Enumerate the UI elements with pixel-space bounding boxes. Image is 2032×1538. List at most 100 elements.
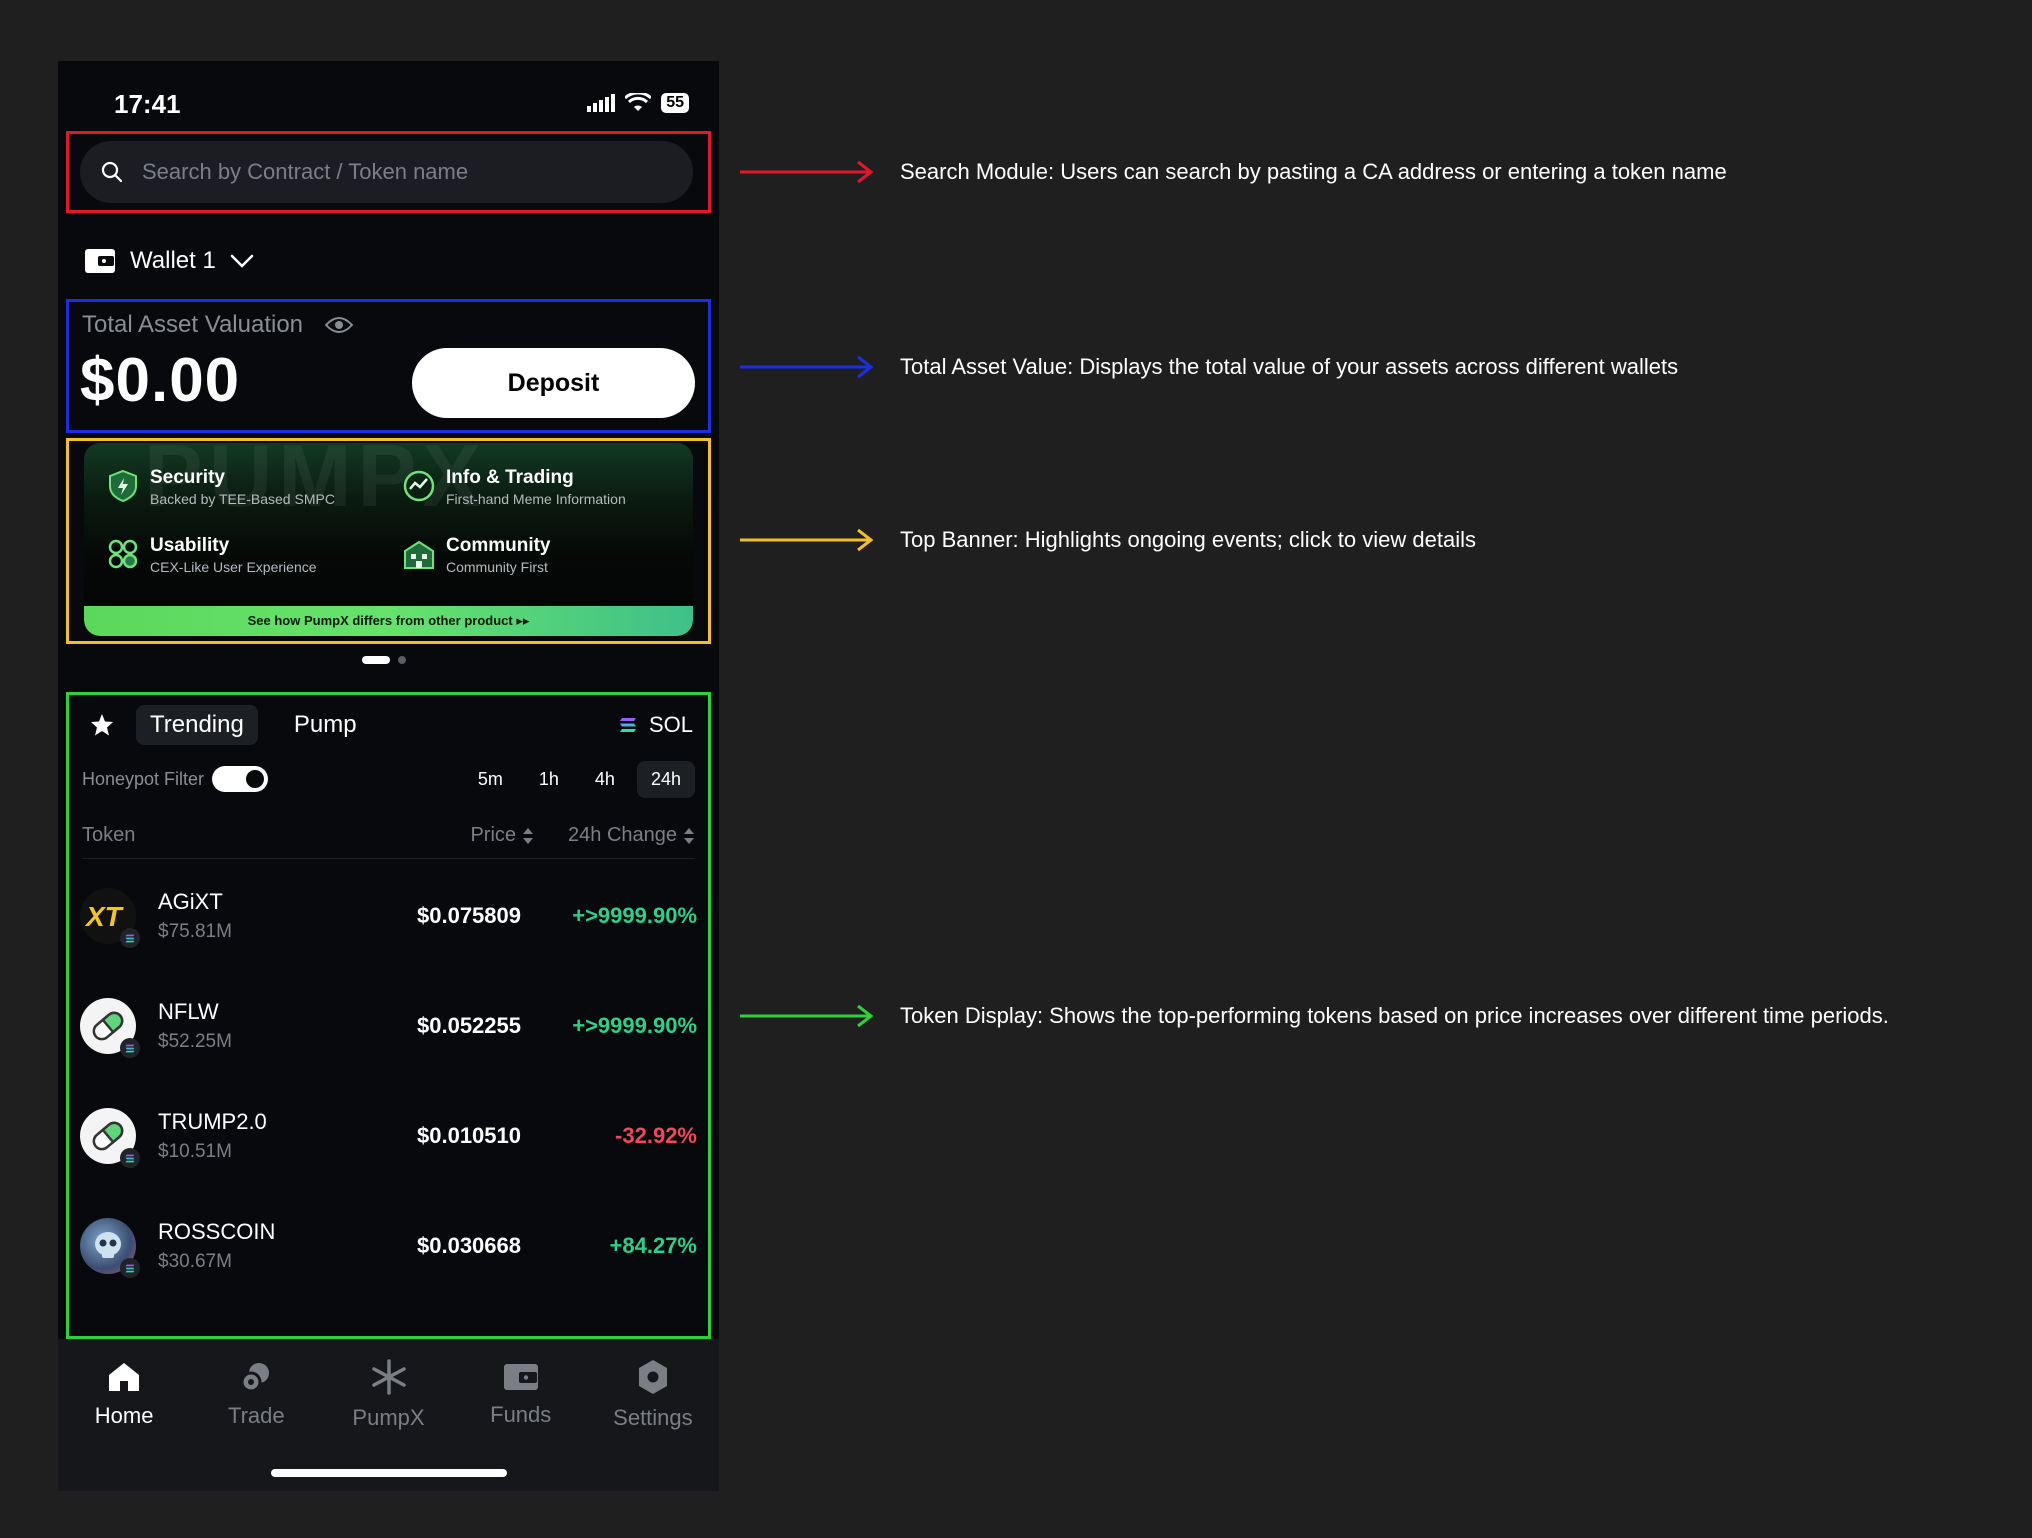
token-price: $0.052255 (417, 1013, 521, 1038)
chain-selector[interactable]: SOL (619, 712, 693, 738)
pagination-dot[interactable] (398, 656, 406, 664)
community-icon (404, 540, 434, 569)
star-icon[interactable] (90, 713, 114, 737)
bottom-navigation: Home Trade PumpX Funds Settings (58, 1339, 719, 1491)
sort-icon (523, 827, 534, 844)
feature-info-trading: Info & Trading First-hand Meme Informati… (402, 467, 626, 507)
search-placeholder: Search by Contract / Token name (142, 159, 469, 184)
annotation-search: Search Module: Users can search by pasti… (740, 159, 1727, 185)
token-table-header: Token Price 24h Change (82, 813, 695, 859)
feature-title: Info & Trading (446, 467, 574, 488)
token-change: +84.27% (609, 1233, 697, 1258)
status-bar: 17:41 55 (58, 61, 719, 131)
annotation-token: Token Display: Shows the top-performing … (740, 1003, 1889, 1029)
period-5m[interactable]: 5m (464, 761, 517, 798)
nav-label: Funds (490, 1402, 552, 1427)
tab-pump[interactable]: Pump (280, 705, 371, 745)
period-1h[interactable]: 1h (525, 761, 573, 798)
token-name: TRUMP2.0 (158, 1109, 267, 1134)
token-row[interactable]: TRUMP2.0 $10.51M $0.010510 -32.92% (80, 1081, 697, 1191)
token-price: $0.075809 (417, 903, 521, 928)
wallet-selector[interactable]: Wallet 1 (84, 247, 254, 275)
pumpx-icon (371, 1359, 406, 1395)
token-market-cap: $10.51M (158, 1141, 232, 1162)
feature-title: Community (446, 535, 551, 556)
nav-label: Trade (227, 1403, 285, 1428)
annotation-text: Total Asset Value: Displays the total va… (900, 354, 1679, 379)
usability-icon (108, 539, 138, 569)
feature-subtitle: Backed by TEE-Based SMPC (150, 491, 335, 507)
header-price-label: Price (470, 824, 517, 846)
honeypot-filter-label: Honeypot Filter (82, 768, 205, 789)
arrow-right-icon (740, 355, 874, 379)
token-logo-rosscoin (80, 1218, 140, 1278)
home-icon (109, 1363, 140, 1391)
solana-badge-icon (120, 1258, 140, 1278)
top-banner[interactable]: PUMPX Security Backed by TEE-Based SMPC … (84, 443, 693, 636)
header-change[interactable]: 24h Change (568, 824, 695, 847)
token-row[interactable]: XT AGiXT $75.81M $0.075809 +>9999.90% (80, 861, 697, 971)
token-row[interactable]: NFLW $52.25M $0.052255 +>9999.90% (80, 971, 697, 1081)
trade-icon (240, 1363, 270, 1393)
feature-subtitle: First-hand Meme Information (446, 491, 626, 507)
settings-icon (638, 1360, 667, 1394)
chain-label: SOL (648, 712, 693, 737)
token-market-cap: $30.67M (158, 1251, 232, 1272)
token-logo-trump (80, 1108, 140, 1168)
token-tabs: Trending Pump SOL (84, 699, 693, 751)
header-token: Token (82, 824, 136, 846)
nav-label: PumpX (352, 1405, 425, 1430)
token-price: $0.030668 (417, 1233, 521, 1258)
solana-badge-icon (120, 928, 140, 948)
solana-icon (619, 718, 636, 732)
wallet-icon (85, 249, 115, 273)
arrow-right-icon (740, 1004, 874, 1028)
eye-icon[interactable] (325, 316, 354, 334)
honeypot-filter-toggle[interactable] (212, 766, 269, 792)
banner-pagination (362, 656, 406, 664)
token-logo-nflw (80, 998, 140, 1058)
nav-label: Home (94, 1403, 154, 1428)
token-row[interactable]: ROSSCOIN $30.67M $0.030668 +84.27% (80, 1191, 697, 1301)
nav-pumpx[interactable]: PumpX (322, 1339, 454, 1439)
status-time: 17:41 (114, 89, 181, 119)
asset-label-row: Total Asset Valuation (82, 311, 354, 339)
period-4h[interactable]: 4h (581, 761, 629, 798)
trading-icon (403, 470, 435, 502)
header-change-label: 24h Change (568, 824, 677, 846)
nav-trade[interactable]: Trade (190, 1339, 322, 1439)
svg-text:XT: XT (84, 901, 125, 932)
token-change: +>9999.90% (572, 903, 697, 928)
nav-home[interactable]: Home (58, 1339, 190, 1439)
annotation-text: Top Banner: Highlights ongoing events; c… (900, 527, 1476, 552)
token-change: +>9999.90% (572, 1013, 697, 1038)
period-24h[interactable]: 24h (636, 760, 695, 798)
tab-trending[interactable]: Trending (136, 705, 258, 745)
search-input[interactable]: Search by Contract / Token name (80, 141, 693, 203)
feature-subtitle: CEX-Like User Experience (150, 559, 317, 575)
header-price[interactable]: Price (470, 824, 534, 847)
arrow-right-icon (740, 528, 874, 552)
nav-funds[interactable]: Funds (455, 1339, 587, 1439)
annotation-text: Search Module: Users can search by pasti… (900, 159, 1727, 184)
filter-row: Honeypot Filter 5m 1h 4h 24h (82, 755, 695, 803)
solana-badge-icon (120, 1038, 140, 1058)
annotation-banner: Top Banner: Highlights ongoing events; c… (740, 527, 1476, 553)
token-name: AGiXT (158, 889, 223, 914)
token-market-cap: $75.81M (158, 921, 232, 942)
token-change: -32.92% (615, 1123, 697, 1148)
toggle-knob (246, 770, 265, 788)
banner-cta[interactable]: See how PumpX differs from other product… (84, 606, 693, 636)
wallet-name: Wallet 1 (130, 247, 216, 274)
nav-settings[interactable]: Settings (587, 1339, 719, 1439)
feature-subtitle: Community First (446, 559, 548, 575)
signal-icon (587, 94, 616, 112)
token-market-cap: $52.25M (158, 1031, 232, 1052)
deposit-button[interactable]: Deposit (412, 348, 695, 418)
token-price: $0.010510 (417, 1123, 521, 1148)
phone-screen: 17:41 55 Search by Contract / Token name (58, 61, 719, 1491)
pagination-dot-active[interactable] (362, 656, 390, 664)
token-list: XT AGiXT $75.81M $0.075809 +>9999.90% NF… (80, 861, 697, 1301)
feature-community: Community Community First (402, 535, 551, 575)
feature-title: Usability (150, 535, 230, 556)
